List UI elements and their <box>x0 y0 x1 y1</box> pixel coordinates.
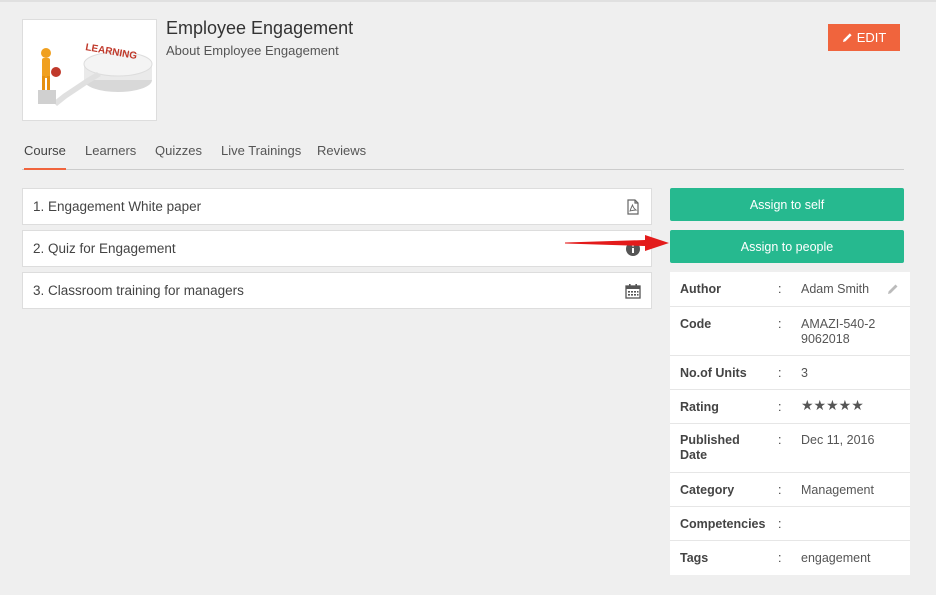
course-details-panel: Author : Adam Smith Code : AMAZI-540-290… <box>670 272 910 575</box>
pdf-icon <box>627 199 639 215</box>
detail-separator: : <box>778 517 782 531</box>
tab-reviews[interactable]: Reviews <box>317 142 366 170</box>
top-border <box>0 0 936 2</box>
detail-key: Tags <box>680 551 709 565</box>
detail-key: Rating <box>680 400 719 414</box>
detail-row-tags: Tags : engagement <box>670 541 910 575</box>
detail-value: 3 <box>801 366 808 380</box>
tab-course[interactable]: Course <box>24 142 66 170</box>
course-subtitle: About Employee Engagement <box>166 43 339 58</box>
detail-separator: : <box>778 282 782 296</box>
edit-label: EDIT <box>856 30 887 45</box>
detail-key: Published Date <box>680 433 740 462</box>
course-title: Employee Engagement <box>166 18 354 38</box>
detail-value: Management <box>801 483 874 497</box>
learning-illustration: LEARNING <box>38 42 153 106</box>
detail-key: Code <box>680 317 712 331</box>
detail-separator: : <box>778 366 782 380</box>
course-item-white-paper[interactable]: 1. Engagement White paper <box>22 188 652 225</box>
calendar-icon <box>625 284 641 299</box>
detail-separator: : <box>778 317 782 331</box>
detail-row-code: Code : AMAZI-540-29062018 <box>670 307 910 356</box>
course-item-classroom[interactable]: 3. Classroom training for managers <box>22 272 652 309</box>
detail-value: Dec 11, 2016 <box>801 433 875 447</box>
detail-key: No.of Units <box>680 366 747 380</box>
assign-to-people-button[interactable]: Assign to people <box>670 230 904 263</box>
detail-value: Adam Smith <box>801 282 870 296</box>
edit-button[interactable]: EDIT <box>828 24 900 51</box>
detail-separator: : <box>778 551 782 565</box>
detail-value: engagement <box>801 551 871 565</box>
detail-key: Author <box>680 282 721 296</box>
course-item-label: 3. Classroom training for managers <box>33 283 244 298</box>
course-tabs: Course Learners Quizzes Live Trainings R… <box>22 142 904 170</box>
course-item-quiz[interactable]: 2. Quiz for Engagement <box>22 230 652 267</box>
detail-key: Category <box>680 483 735 497</box>
pencil-icon <box>842 33 852 42</box>
detail-row-category: Category : Management <box>670 473 910 507</box>
tab-learners[interactable]: Learners <box>85 142 136 170</box>
tab-quizzes[interactable]: Quizzes <box>155 142 202 170</box>
rating-stars: ★★★★★ <box>801 397 864 413</box>
detail-row-competencies: Competencies : <box>670 507 910 541</box>
detail-separator: : <box>778 483 782 497</box>
detail-value: AMAZI-540-29062018 <box>801 317 876 346</box>
tab-live-trainings[interactable]: Live Trainings <box>221 142 301 170</box>
detail-separator: : <box>778 433 782 447</box>
red-arrow-annotation <box>565 235 669 251</box>
detail-row-published: Published Date : Dec 11, 2016 <box>670 424 910 473</box>
edit-author-icon[interactable] <box>887 283 899 295</box>
detail-row-units: No.of Units : 3 <box>670 356 910 390</box>
course-item-label: 1. Engagement White paper <box>33 199 202 214</box>
detail-key: Competencies <box>680 517 766 531</box>
detail-row-rating: Rating : ★★★★★ <box>670 390 910 424</box>
assign-to-self-button[interactable]: Assign to self <box>670 188 904 221</box>
course-item-label: 2. Quiz for Engagement <box>33 241 176 256</box>
course-thumbnail: LEARNING <box>22 19 157 121</box>
detail-separator: : <box>778 400 782 414</box>
detail-row-author: Author : Adam Smith <box>670 272 910 307</box>
